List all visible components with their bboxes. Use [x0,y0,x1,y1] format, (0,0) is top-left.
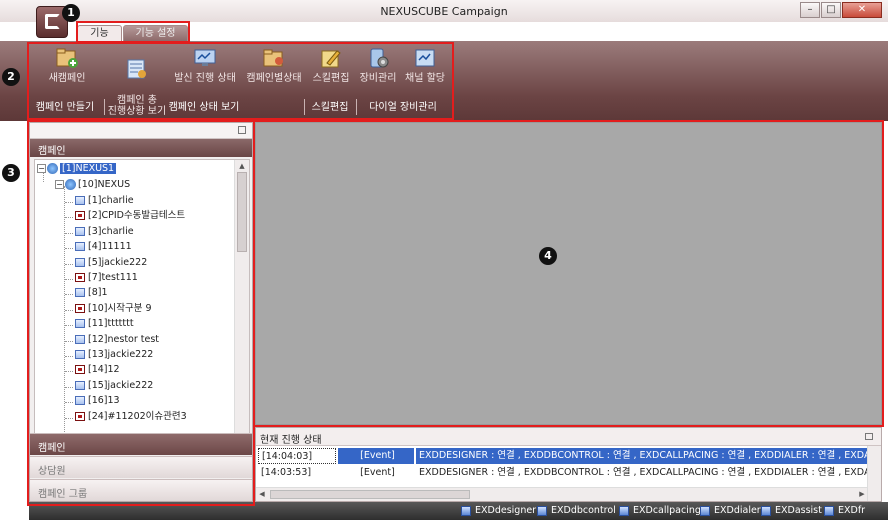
task-label: EXDdbcontrol [551,505,616,516]
close-button[interactable]: ✕ [842,2,882,18]
module-icon [537,505,547,516]
log-time: [14:03:53] [261,467,312,478]
status-panel: 현재 진행 상태 [14:04:03] [Event] EXDDESIGNER … [255,427,882,502]
app-logo-icon [45,14,60,29]
task-label: EXDcallpacing [633,505,701,516]
minimize-button[interactable]: – [800,2,820,18]
status-panel-header: 현재 진행 상태 [256,428,881,446]
module-icon [824,505,834,516]
status-panel-title: 현재 진행 상태 [260,435,322,446]
annotation-box-3 [27,120,255,506]
task-label: EXDassist [775,505,822,516]
pin-icon[interactable] [865,433,873,440]
annotation-box-4 [253,120,884,427]
task-label: EXDdialer [714,505,761,516]
task-label: EXDfr [838,505,866,516]
task-exddesigner[interactable]: EXDdesigner [461,504,536,518]
task-exdassist[interactable]: EXDassist [761,504,822,518]
window-controls: – □ ✕ [799,2,882,18]
log-row[interactable]: [14:03:53] [Event] EXDDESIGNER : 연결 , EX… [256,465,868,481]
annotation-box-1 [76,21,190,43]
annotation-badge-3: 3 [2,164,20,182]
annotation-badge-4: 4 [539,247,557,265]
log-message: EXDDESIGNER : 연결 , EXDDBCONTROL : 연결 , E… [419,467,868,478]
maximize-button[interactable]: □ [821,2,841,18]
vertical-scrollbar[interactable] [867,446,881,501]
log-time: [14:04:03] [258,448,336,464]
annotation-badge-2: 2 [2,68,20,86]
annotation-box-2 [27,42,454,120]
task-label: EXDdesigner [475,505,537,516]
log-type: [Event] [360,467,395,478]
module-icon [619,505,629,516]
title-bar: NEXUSCUBE Campaign – □ ✕ [0,0,888,22]
scroll-thumb[interactable] [270,490,470,499]
window-title: NEXUSCUBE Campaign [380,5,508,18]
task-exddbcontrol[interactable]: EXDdbcontrol [537,504,616,518]
annotation-badge-1: 1 [62,4,80,22]
log-message: EXDDESIGNER : 연결 , EXDDBCONTROL : 연결 , E… [416,448,868,464]
log-row[interactable]: [14:04:03] [Event] EXDDESIGNER : 연결 , EX… [256,448,868,464]
module-icon [700,505,710,516]
module-icon [761,505,771,516]
scroll-left-icon[interactable]: ◀ [256,488,268,502]
horizontal-scrollbar[interactable]: ◀ ▶ [256,487,868,501]
task-exdcallpacing[interactable]: EXDcallpacing [619,504,701,518]
task-exdfr[interactable]: EXDfr [824,504,865,518]
log-type: [Event] [338,448,414,464]
app-window: NEXUSCUBE Campaign – □ ✕ 기능 기능 설정 새캠페인 캠… [0,0,888,530]
module-icon [461,505,471,516]
task-exddialer[interactable]: EXDdialer [700,504,761,518]
